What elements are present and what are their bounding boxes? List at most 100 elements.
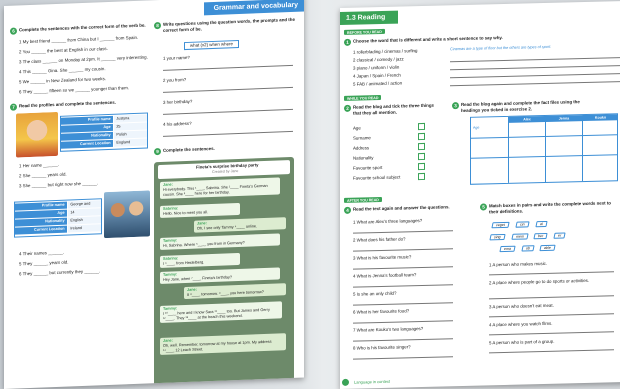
word-tile[interactable]: al	[535, 220, 548, 228]
tick-box[interactable]	[418, 162, 425, 171]
tick-box[interactable]	[418, 122, 425, 131]
ex8-instruction: Write questions using the question words…	[163, 16, 295, 33]
word-tile[interactable]: er	[553, 232, 566, 239]
page-footer: Language in context	[354, 378, 391, 385]
column-header: Alex	[509, 115, 545, 123]
chat-message: Tammy: I ¹⁰____ here and I know Sara ¹¹__…	[160, 301, 282, 323]
ex4-question: 4 What is Jenna's football team?	[353, 272, 417, 279]
exercise-number: 2	[344, 104, 351, 112]
ex4-question: 1 What are Alex's three languages?	[353, 217, 423, 225]
tick-box[interactable]	[418, 152, 425, 161]
chat-subtitle: Created by Jane	[212, 168, 239, 175]
ex5-definition: 3 A person who doesn't eat meat.	[489, 302, 554, 310]
section-header: Grammar and vocabulary 1.2	[204, 0, 304, 22]
ex7-line: 6 They ______ but currently they ______.	[19, 268, 101, 277]
ex6-item: 4 This ______ Gina. She ______ my cousin…	[19, 66, 106, 75]
ex4-question: 7 What are Kouko's two languages?	[353, 325, 424, 333]
exercise-number: 3	[452, 102, 459, 110]
ex6-item: 5 We ______ in New Zealand for two weeks…	[19, 76, 107, 85]
word-tile[interactable]: mem	[511, 233, 529, 240]
ex8-item: 2 you from?	[163, 77, 187, 83]
answer-line	[163, 86, 293, 93]
word-tile[interactable]: veget	[491, 221, 510, 229]
exercise-number: 6	[10, 27, 17, 35]
ex2-option: Age	[353, 125, 361, 131]
ex4-instruction: Read the text again and answer the quest…	[353, 204, 450, 212]
profile-photo-justyna	[16, 111, 58, 158]
ex7-instruction: Read the profiles and complete the sente…	[19, 99, 116, 109]
page-number-badge	[342, 378, 349, 386]
ex7-line: 1 Her name ______.	[19, 161, 60, 169]
chat-message: Sabrina: Hello. Nice to meet you all.	[160, 202, 240, 218]
ex6-item: 6 They ______ fifteen so we ______ young…	[19, 85, 130, 95]
ex4-question: 8 Who is his favourite singer?	[353, 344, 411, 351]
group-chat: Fineta's surprise birthday party Created…	[154, 156, 294, 387]
fact-file-table: Alex Jenna Kouko Age	[470, 113, 618, 185]
ex1-item: 4 Japan / Spain / French	[353, 72, 401, 79]
ex1-item: 2 classical / comedy / jazz	[353, 56, 404, 63]
profile-photo-george-james	[104, 190, 150, 239]
answer-line	[353, 266, 453, 270]
answer-line	[163, 130, 293, 137]
answer-line	[163, 64, 293, 71]
stage-tag: WHILE YOU READ	[344, 94, 382, 101]
ex9-instruction: Complete the sentences.	[163, 145, 215, 153]
ex6-item: 2 You ______ the best at English in our …	[19, 46, 108, 55]
ex1-instruction: Choose the word that is different and wr…	[353, 35, 503, 44]
answer-line	[353, 248, 453, 252]
column-header: Jenna	[546, 115, 582, 122]
stage-tag: AFTER YOU READ	[344, 196, 382, 203]
ex2-option: Surname	[353, 135, 371, 141]
ex8-item: 1 your name?	[163, 54, 190, 61]
answer-line	[489, 349, 614, 354]
answer-line	[163, 108, 293, 115]
row-label: Age	[473, 125, 480, 130]
word-tile[interactable]: sing	[489, 233, 506, 241]
column-header: Kouko	[583, 114, 618, 122]
ex7-line: 2 She ______ years old.	[19, 171, 67, 179]
word-tile[interactable]: ema	[499, 245, 516, 253]
ex4-question: 3 What is his favourite music?	[353, 254, 412, 261]
ex5-definition: 1 A person who makes music.	[489, 260, 548, 268]
word-tile[interactable]: ob	[521, 245, 535, 252]
exercise-number: 9	[154, 147, 161, 156]
right-page: 1.3 Reading BEFORE YOU READ 1 Choose the…	[340, 0, 620, 389]
answer-line	[353, 338, 453, 342]
ex5-instruction: Match boxes in pairs and write the compl…	[489, 200, 611, 215]
ex7-line: 4 Their names ______.	[19, 249, 65, 257]
word-tile[interactable]: able	[539, 244, 556, 252]
tick-box[interactable]	[418, 172, 425, 181]
ex5-definition: 4 A place where you watch films.	[489, 320, 553, 328]
ex7-line: 3 She ______ but right now she ______.	[19, 180, 99, 189]
chat-message: Jane: Oh, I see only Tammy ⁴____ online.	[194, 217, 286, 233]
answer-line	[353, 320, 453, 324]
ex6-item: 1 My best friend ______ from China but I…	[19, 34, 139, 45]
answer-line	[450, 73, 620, 79]
answer-line	[353, 284, 453, 288]
chat-message: Sabrina: I ⁶____ from Heidelberg.	[160, 252, 240, 268]
chat-message: Jane: It ⁸____ tomorrow. ⁹____ you here t…	[184, 283, 286, 299]
answer-line	[450, 81, 620, 87]
ex2-option: Favourite sport	[353, 164, 383, 171]
ex4-question: 5 Is she an only child?	[353, 290, 397, 297]
answer-line	[353, 302, 453, 306]
answer-line	[489, 313, 614, 318]
word-tile[interactable]: cin	[515, 221, 530, 228]
exercise-number: 8	[154, 21, 161, 30]
ex8-word-box: what (x2) when where	[184, 39, 239, 51]
tick-box[interactable]	[418, 132, 425, 141]
ex1-item: 3 piano / uniform / violin	[353, 64, 400, 71]
answer-line	[353, 230, 453, 234]
exercise-number: 7	[10, 103, 17, 111]
answer-line	[353, 356, 453, 360]
ex1-item: 5 FAB / animated / action	[353, 80, 403, 87]
tick-box[interactable]	[418, 142, 425, 151]
stage-tag: BEFORE YOU READ	[344, 28, 385, 35]
answer-line	[489, 271, 614, 276]
word-tile[interactable]: ber	[533, 232, 548, 240]
answer-line	[450, 65, 620, 71]
chat-header: Fineta's surprise birthday party Created…	[158, 160, 290, 180]
section-header: 1.3 Reading	[340, 10, 398, 25]
answer-line	[489, 295, 614, 300]
answer-line	[450, 57, 620, 63]
